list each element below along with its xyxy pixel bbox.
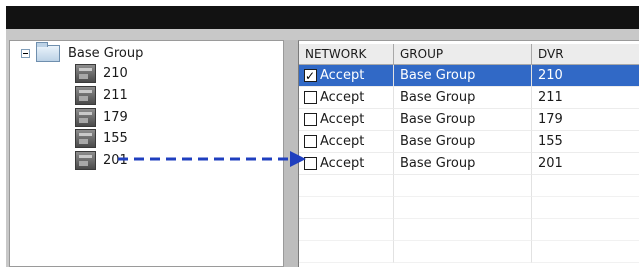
column-header-group[interactable]: GROUP [394,44,532,65]
table-row[interactable]: Accept Base Group 211 [299,87,639,109]
tree-item-label: 210 [103,65,128,81]
group-cell: Base Group [394,153,532,175]
network-value: Accept [320,89,365,105]
column-header-dvr[interactable]: DVR [532,44,639,65]
network-value: Accept [320,111,365,127]
tree-root-label: Base Group [68,45,144,61]
tree-item-label: 155 [103,130,128,146]
grid-header: NETWORK GROUP DVR [299,44,639,65]
empty-row [299,241,639,263]
network-cell[interactable]: Accept [299,65,394,87]
table-row[interactable]: Accept Base Group 179 [299,109,639,131]
tree-item-dvr[interactable]: 179 [75,107,128,127]
table-row[interactable]: Accept Base Group 201 [299,153,639,175]
accept-checkbox[interactable] [304,113,317,126]
dvr-cell: 210 [532,65,639,87]
title-bar [6,6,639,29]
empty-row [299,219,639,241]
group-cell: Base Group [394,65,532,87]
dvr-cell: 179 [532,109,639,131]
table-row[interactable]: Accept Base Group 155 [299,131,639,153]
dvr-icon [75,63,96,83]
collapse-icon[interactable] [21,48,30,58]
dvr-icon [75,150,96,170]
network-cell[interactable]: Accept [299,109,394,131]
drag-arrow-icon [118,151,306,167]
accept-checkbox[interactable] [304,135,317,148]
tree-item-dvr[interactable]: 155 [75,128,128,148]
tree-item-label: 179 [103,109,128,125]
dvr-cell: 211 [532,87,639,109]
network-cell[interactable]: Accept [299,87,394,109]
group-cell: Base Group [394,87,532,109]
table-row[interactable]: Accept Base Group 210 [299,65,639,87]
network-value: Accept [320,67,365,83]
tree-item-label: 211 [103,87,128,103]
dvr-cell: 201 [532,153,639,175]
network-value: Accept [320,155,365,171]
group-cell: Base Group [394,109,532,131]
dvr-grid[interactable]: NETWORK GROUP DVR Accept Base Group 210 … [298,40,639,267]
tree-root-base-group[interactable]: Base Group [21,41,144,63]
dvr-icon [75,128,96,148]
dvr-icon [75,107,96,127]
empty-row [299,175,639,197]
folder-icon [36,41,60,62]
tree-item-dvr[interactable]: 210 [75,63,128,83]
dvr-icon [75,85,96,105]
column-header-network[interactable]: NETWORK [299,44,394,65]
dvr-cell: 155 [532,131,639,153]
tree-item-dvr[interactable]: 211 [75,85,128,105]
group-cell: Base Group [394,131,532,153]
empty-row [299,197,639,219]
network-value: Accept [320,133,365,149]
accept-checkbox[interactable] [304,65,317,87]
accept-checkbox[interactable] [304,91,317,104]
